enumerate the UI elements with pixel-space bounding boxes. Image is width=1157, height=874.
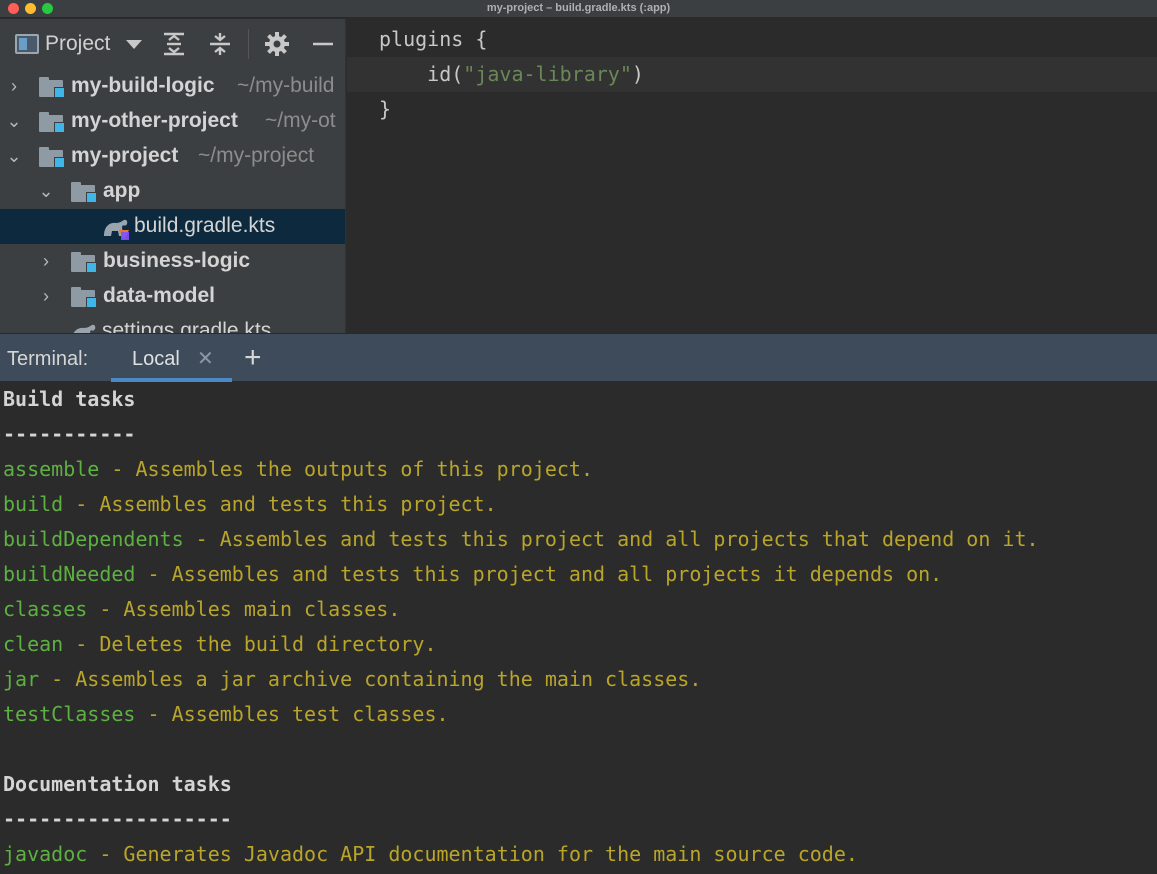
tree-item-data-model[interactable]: › data-model — [0, 279, 345, 314]
chevron-right-icon[interactable]: › — [36, 285, 56, 307]
code-line[interactable]: id("java-library") — [347, 57, 1157, 92]
task-name: build — [3, 492, 64, 516]
expand-all-icon[interactable] — [161, 31, 187, 57]
tree-item-app[interactable]: ⌄ app — [0, 174, 345, 209]
task-description: - Assembles main classes. — [87, 597, 401, 621]
tree-item-path: ~/my-project — [198, 144, 315, 167]
chevron-down-icon[interactable]: ⌄ — [4, 145, 24, 167]
module-folder-icon — [71, 252, 97, 273]
task-description: - Assembles test classes. — [135, 702, 449, 726]
module-folder-icon — [71, 287, 97, 308]
gear-icon[interactable] — [264, 31, 290, 57]
project-view-selector[interactable]: Project — [45, 32, 110, 56]
minimize-icon[interactable] — [310, 31, 336, 57]
tree-item-business-logic[interactable]: › business-logic — [0, 244, 345, 279]
task-description: - Assembles and tests this project. — [63, 492, 497, 516]
project-tool-window: Project › my-build-logic ~/my-build ⌄ my… — [0, 19, 346, 333]
terminal-label: Terminal: — [7, 348, 89, 370]
toolbar-divider — [248, 29, 249, 59]
tree-item-my-build-logic[interactable]: › my-build-logic ~/my-build — [0, 69, 345, 104]
task-description: - Assembles the outputs of this project. — [99, 457, 594, 481]
tree-item-my-project[interactable]: ⌄ my-project ~/my-project — [0, 139, 345, 174]
terminal-heading: Build tasks — [3, 387, 136, 411]
chevron-right-icon[interactable]: › — [4, 75, 24, 97]
chevron-down-icon[interactable] — [126, 40, 142, 49]
terminal-task-line: classes - Assembles main classes. — [3, 592, 400, 627]
close-icon[interactable]: ✕ — [197, 346, 214, 371]
gradle-kts-icon — [102, 218, 130, 240]
terminal-heading: ----------- — [3, 422, 136, 446]
chevron-down-icon[interactable]: ⌄ — [4, 110, 24, 132]
window-title: my-project – build.gradle.kts (:app) — [486, 2, 671, 14]
tree-item-label: build.gradle.kts — [134, 214, 276, 237]
terminal-task-line: clean - Deletes the build directory. — [3, 627, 437, 662]
tree-item-label: my-project — [71, 144, 179, 167]
terminal-task-line: assemble - Assembles the outputs of this… — [3, 452, 593, 487]
project-toolbar: Project — [0, 19, 345, 69]
task-description: - Generates Javadoc API documentation fo… — [87, 842, 858, 866]
tree-item-my-other-project[interactable]: ⌄ my-other-project ~/my-ot — [0, 104, 345, 139]
window-title-bar: my-project – build.gradle.kts (:app) — [0, 0, 1157, 18]
chevron-down-icon[interactable]: ⌄ — [36, 180, 56, 202]
tab-local[interactable]: Local ✕ — [111, 334, 232, 382]
task-description: - Deletes the build directory. — [63, 632, 437, 656]
terminal-task-line: testClasses - Assembles test classes. — [3, 697, 449, 732]
tree-item-build-gradle-kts[interactable]: build.gradle.kts — [0, 209, 345, 244]
tree-item-label: my-other-project — [71, 109, 238, 132]
tree-item-label: my-build-logic — [71, 74, 215, 97]
gradle-kts-icon — [70, 323, 98, 333]
project-view-icon — [15, 34, 39, 54]
tree-item-path: ~/my-build — [237, 74, 335, 97]
code-line[interactable]: } — [347, 92, 1157, 127]
tree-item-label: app — [103, 179, 141, 202]
collapse-all-icon[interactable] — [207, 31, 233, 57]
string-literal: "java-library" — [463, 62, 632, 86]
terminal-output[interactable]: Build tasks ----------- assemble - Assembl… — [0, 382, 1157, 874]
task-name: jar — [3, 667, 40, 691]
task-name: buildDependents — [3, 527, 184, 551]
terminal-task-line: buildDependents - Assembles and tests th… — [3, 522, 1039, 557]
task-description: - Assembles and tests this project and a… — [183, 527, 1039, 551]
module-folder-icon — [39, 147, 65, 168]
module-folder-icon — [39, 112, 65, 133]
tab-label: Local — [132, 348, 180, 370]
task-name: buildNeeded — [3, 562, 136, 586]
terminal-heading: Documentation tasks — [3, 772, 232, 796]
task-description: - Assembles and tests this project and a… — [135, 562, 943, 586]
module-folder-icon — [71, 182, 97, 203]
code-editor[interactable]: plugins { id("java-library") } — [347, 19, 1157, 333]
terminal-task-line: buildNeeded - Assembles and tests this p… — [3, 557, 942, 592]
task-description: - Assembles a jar archive containing the… — [39, 667, 702, 691]
terminal-task-line: jar - Assembles a jar archive containing… — [3, 662, 701, 697]
tree-item-path: ~/my-ot — [265, 109, 336, 132]
terminal-header: Terminal: Local ✕ + — [0, 333, 1157, 382]
code-text: id( — [379, 62, 464, 86]
task-name: classes — [3, 597, 88, 621]
task-name: testClasses — [3, 702, 136, 726]
chevron-right-icon[interactable]: › — [36, 250, 56, 272]
code-line[interactable]: plugins { — [347, 22, 1157, 57]
terminal-task-line: javadoc - Generates Javadoc API document… — [3, 837, 858, 872]
task-name: clean — [3, 632, 64, 656]
task-name: javadoc — [3, 842, 88, 866]
module-folder-icon — [39, 77, 65, 98]
task-name: assemble — [3, 457, 100, 481]
new-terminal-button[interactable]: + — [244, 340, 262, 376]
code-text: ) — [631, 62, 644, 86]
terminal-heading: ------------------- — [3, 807, 232, 831]
tree-item-label: data-model — [103, 284, 216, 307]
terminal-task-line: build - Assembles and tests this project… — [3, 487, 497, 522]
tree-item-settings-gradle-kts[interactable]: settings.gradle.kts — [0, 314, 345, 333]
tree-item-label: business-logic — [103, 249, 251, 272]
tree-item-label: settings.gradle.kts — [102, 319, 272, 333]
